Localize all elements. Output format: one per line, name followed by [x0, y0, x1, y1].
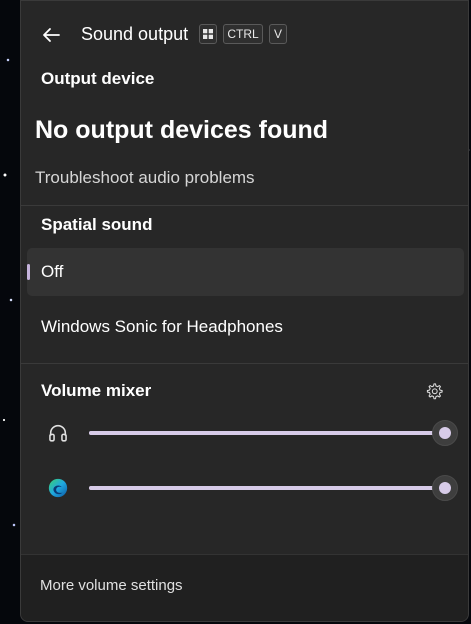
back-arrow-icon[interactable] — [39, 23, 63, 47]
slider-fill — [89, 486, 445, 490]
slider-thumb[interactable] — [432, 475, 458, 501]
divider — [21, 363, 468, 364]
slider-fill — [89, 431, 445, 435]
volume-mixer-heading: Volume mixer — [41, 381, 152, 400]
no-devices-message: No output devices found — [35, 116, 329, 144]
edge-browser-icon — [48, 478, 68, 498]
spatial-option-label: Windows Sonic for Headphones — [41, 317, 283, 336]
panel-header: Sound output CTRL V — [21, 15, 468, 55]
divider — [21, 205, 468, 206]
troubleshoot-link[interactable]: Troubleshoot audio problems — [35, 168, 255, 188]
ctrl-key-badge: CTRL — [223, 24, 263, 44]
panel-footer: More volume settings — [21, 554, 468, 621]
sound-output-panel: Sound output CTRL V Output device No out… — [20, 0, 469, 622]
v-key-badge: V — [269, 24, 287, 44]
headphones-volume-slider[interactable] — [89, 420, 458, 446]
slider-thumb[interactable] — [432, 420, 458, 446]
windows-logo-icon — [203, 29, 213, 39]
windows-key-badge — [199, 24, 217, 44]
spatial-sound-heading: Spatial sound — [41, 215, 153, 234]
headphones-icon — [49, 424, 67, 442]
spatial-option-label: Off — [41, 262, 64, 281]
spatial-option-windows-sonic[interactable]: Windows Sonic for Headphones — [27, 303, 464, 351]
more-volume-settings-link[interactable]: More volume settings — [40, 577, 183, 594]
gear-icon[interactable] — [425, 382, 443, 400]
edge-volume-slider[interactable] — [89, 475, 458, 501]
page-title: Sound output — [81, 24, 189, 44]
output-device-heading: Output device — [41, 69, 155, 88]
spatial-option-off[interactable]: Off — [27, 248, 464, 296]
